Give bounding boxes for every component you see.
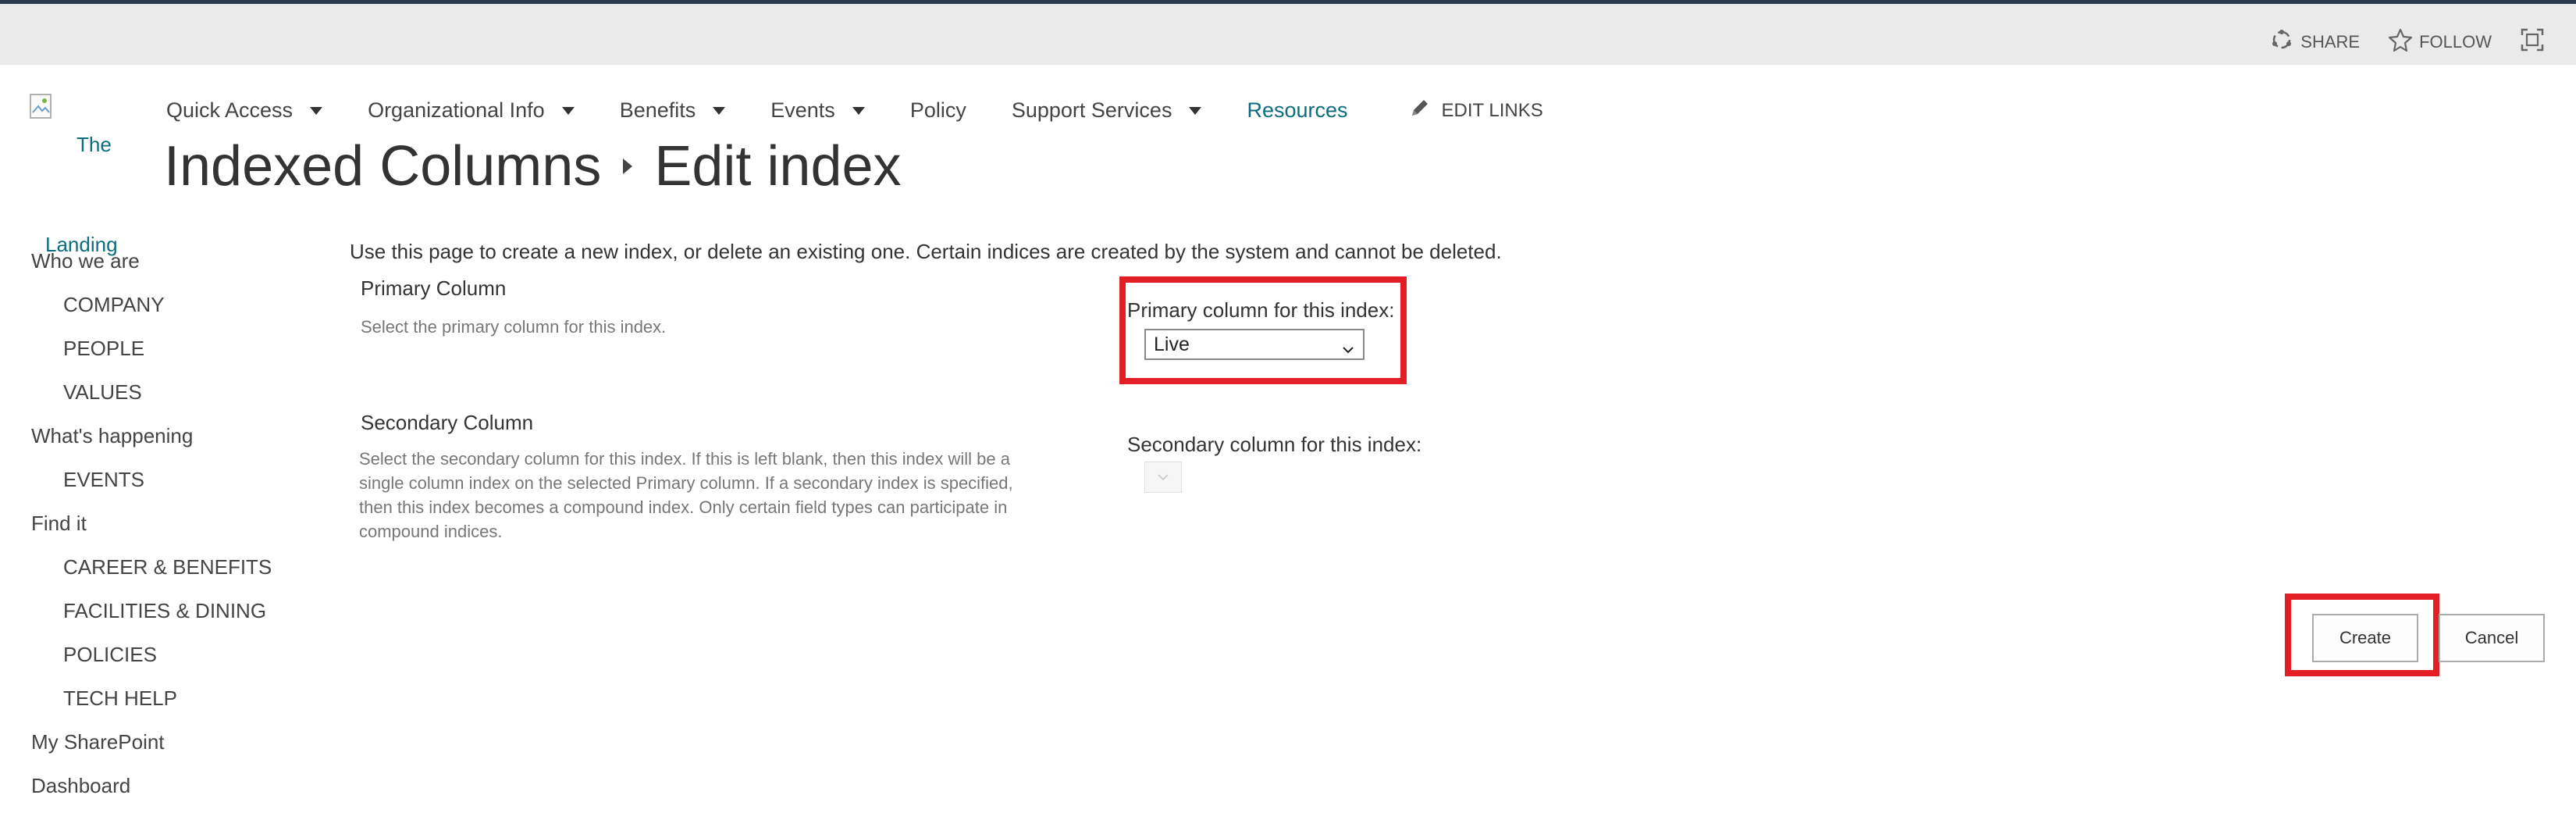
primary-section-description: Select the primary column for this index…: [361, 317, 667, 337]
secondary-column-select[interactable]: [1144, 462, 1182, 493]
leftnav-item-dashboard[interactable]: Dashboard: [31, 773, 272, 817]
primary-highlight-box: [1119, 276, 1407, 384]
leftnav-item-people[interactable]: PEOPLE: [31, 336, 272, 380]
leftnav-item-who-we-are[interactable]: Who we are: [31, 248, 272, 292]
nav-quick-access[interactable]: Quick Access: [166, 98, 323, 123]
leftnav-item-events[interactable]: EVENTS: [31, 467, 272, 511]
secondary-description-line: compound indices.: [359, 522, 503, 541]
leftnav-item-whats-happening[interactable]: What's happening: [31, 423, 272, 467]
nav-label: Organizational Info: [368, 98, 545, 122]
leftnav-item-career-benefits[interactable]: CAREER & BENEFITS: [31, 554, 272, 598]
secondary-description-line: single column index on the selected Prim…: [359, 473, 1013, 493]
caret-down-icon[interactable]: [561, 106, 575, 115]
suite-actions: SHARE FOLLOW: [2269, 27, 2545, 57]
site-logo[interactable]: The Landing: [30, 94, 123, 266]
follow-star-icon: [2388, 27, 2413, 57]
suite-bar: SHARE FOLLOW: [0, 4, 2576, 65]
follow-label: FOLLOW: [2419, 32, 2492, 52]
nav-label: Events: [770, 98, 835, 122]
nav-label: Resources: [1247, 98, 1348, 122]
chevron-down-icon: [1158, 472, 1169, 483]
edit-links-button[interactable]: EDIT LINKS: [1409, 97, 1543, 124]
top-navigation: Quick Access Organizational Info Benefit…: [166, 97, 1543, 124]
nav-policy[interactable]: Policy: [910, 98, 966, 123]
nav-support-services[interactable]: Support Services: [1012, 98, 1202, 123]
share-label: SHARE: [2300, 32, 2361, 52]
breadcrumb-separator-icon: [623, 159, 633, 174]
share-button[interactable]: SHARE: [2269, 27, 2360, 57]
secondary-column-label: Secondary column for this index:: [1127, 433, 1422, 456]
leftnav-item-facilities-dining[interactable]: FACILITIES & DINING: [31, 598, 272, 642]
primary-section-title: Primary Column: [361, 276, 507, 300]
secondary-section-title: Secondary Column: [361, 411, 534, 434]
nav-label: Policy: [909, 98, 966, 122]
leftnav-item-my-sharepoint[interactable]: My SharePoint: [31, 729, 272, 773]
breadcrumb-parent[interactable]: Indexed Columns: [164, 134, 601, 198]
leftnav-item-policies[interactable]: POLICIES: [31, 642, 272, 686]
caret-down-icon[interactable]: [852, 106, 865, 115]
nav-events[interactable]: Events: [770, 98, 865, 123]
leftnav-item-company[interactable]: COMPANY: [31, 292, 272, 336]
nav-label: Quick Access: [166, 98, 294, 122]
leftnav-item-tech-help[interactable]: TECH HELP: [31, 686, 272, 729]
nav-resources[interactable]: Resources: [1247, 98, 1347, 123]
nav-label: Support Services: [1011, 98, 1172, 122]
nav-organizational-info[interactable]: Organizational Info: [368, 98, 575, 123]
secondary-description-line: Select the secondary column for this ind…: [359, 449, 1010, 469]
focus-icon: [2520, 27, 2545, 57]
nav-label: Benefits: [619, 98, 696, 122]
left-navigation: Who we are COMPANY PEOPLE VALUES What's …: [31, 248, 272, 817]
leftnav-item-values[interactable]: VALUES: [31, 380, 272, 423]
secondary-description-line: then this index becomes a compound index…: [359, 497, 1008, 517]
caret-down-icon[interactable]: [1189, 106, 1202, 115]
caret-down-icon[interactable]: [310, 106, 323, 115]
leftnav-item-find-it[interactable]: Find it: [31, 511, 272, 554]
focus-content-button[interactable]: [2520, 27, 2545, 57]
secondary-section-description: Select the secondary column for this ind…: [359, 447, 1077, 544]
cancel-button[interactable]: Cancel: [2439, 614, 2545, 662]
caret-down-icon[interactable]: [713, 106, 726, 115]
follow-button[interactable]: FOLLOW: [2388, 27, 2492, 57]
broken-image-icon: [30, 94, 55, 120]
page-title-text: Edit index: [654, 135, 902, 198]
nav-benefits[interactable]: Benefits: [620, 98, 726, 123]
logo-alt-text-line1: The: [76, 133, 112, 156]
page-intro-text: Use this page to create a new index, or …: [350, 240, 1502, 263]
page-title: Indexed Columns Edit index: [164, 134, 902, 198]
share-icon: [2269, 27, 2294, 57]
edit-links-label: EDIT LINKS: [1441, 99, 1543, 121]
create-highlight-box: [2285, 594, 2439, 676]
pencil-icon: [1409, 97, 1431, 124]
